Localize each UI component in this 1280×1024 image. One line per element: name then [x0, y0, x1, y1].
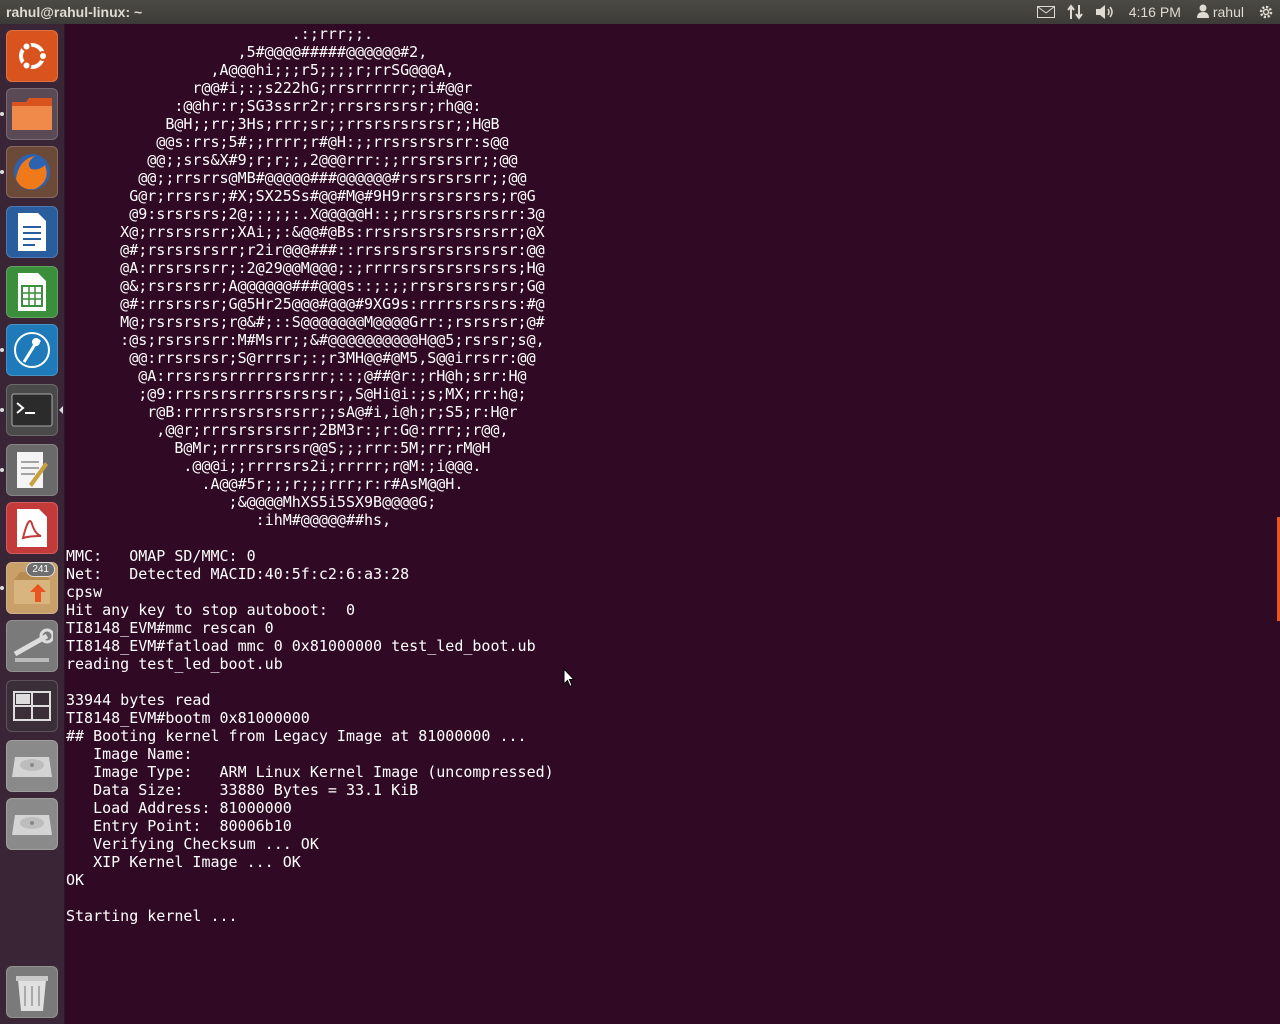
text-editor-icon[interactable]: [6, 444, 58, 496]
terminal-line: @#:rrsrsrsr;G@5Hr25@@@#@@@#9XG9s:rrrrsrs…: [66, 295, 545, 313]
terminal-line: @A:rrsrsrsrr;:2@29@@M@@@;:;rrrrsrsrsrsrs…: [66, 259, 545, 277]
terminal-line: OK: [66, 871, 85, 889]
gear-icon[interactable]: [1252, 0, 1280, 24]
trash-icon[interactable]: [6, 966, 58, 1018]
terminal-line: TI8148_EVM#bootm 0x81000000: [66, 709, 310, 727]
terminal-line: Verifying Checksum ... OK: [66, 835, 319, 853]
terminal-line: ;@9:rrsrsrsrrrsrsrsrsr;,S@Hi@i:;s;MX;rr:…: [66, 385, 527, 403]
terminal-line: ,5#@@@@#####@@@@@@#2,: [66, 43, 428, 61]
terminal-output[interactable]: .:;rrr;;. ,5#@@@@#####@@@@@@#2, ,A@@@hi;…: [65, 24, 1280, 925]
terminal-line: @#;rsrsrsrsrr;r2ir@@@###::rrsrsrsrsrsrsr…: [66, 241, 545, 259]
mail-icon[interactable]: [1031, 0, 1061, 24]
terminal-line: :ihM#@@@@@##hs,: [66, 511, 392, 529]
terminal-line: cpsw: [66, 583, 103, 601]
window-title: rahul@rahul-linux: ~: [6, 4, 143, 20]
files-icon[interactable]: [6, 88, 58, 140]
terminal-line: B@H;;rr;3Hs;rrr;sr;;rrsrsrsrsrsr;;H@B: [66, 115, 500, 133]
terminal-line: Image Type: ARM Linux Kernel Image (unco…: [66, 763, 554, 781]
writer-icon[interactable]: [6, 206, 58, 258]
update-count-badge: 241: [26, 562, 55, 577]
terminal-line: @@;;srs&X#9;r;r;;,2@@@rrr:;;rrsrsrsrr;;@…: [66, 151, 518, 169]
terminal-line: :@@hr:r;SG3ssrr2r;rrsrsrsrsr;rh@@:: [66, 97, 482, 115]
terminal-line: r@B:rrrrsrsrsrsrsrr;;sA@#i,i@h;r;S5;r:H@…: [66, 403, 518, 421]
workspace-switcher-icon[interactable]: [6, 680, 58, 732]
launcher: 241: [0, 24, 65, 1024]
drive-icon[interactable]: [6, 798, 58, 850]
terminal-line: M@;rsrsrsrs;r@&#;::S@@@@@@@M@@@@Grr:;rsr…: [66, 313, 545, 331]
terminal-line: @@s:rrs;5#;;rrrr;r#@H:;;rrsrsrsrsrr:s@@: [66, 133, 509, 151]
terminal-line: :@s;rsrsrsrr:M#Msrr;;&#@@@@@@@@@@H@@5;rs…: [66, 331, 545, 349]
terminal-line: r@@#i;:;s222hG;rrsrrrrrr;ri#@@r: [66, 79, 473, 97]
terminal-line: TI8148_EVM#fatload mmc 0 0x81000000 test…: [66, 637, 536, 655]
terminal-line: Load Address: 81000000: [66, 799, 292, 817]
user-name: rahul: [1212, 4, 1244, 20]
software-updater-icon[interactable]: 241: [6, 562, 58, 614]
terminal-line: reading test_led_boot.ub: [66, 655, 283, 673]
terminal-line: ;&@@@@MhXS5i5SX9B@@@@G;: [66, 493, 437, 511]
terminal-line: @A:rrsrsrsrrrrrsrsrrr;::;@##@r:;rH@h;srr…: [66, 367, 527, 385]
ubuntu-dash-icon[interactable]: [6, 30, 58, 82]
network-icon[interactable]: [1061, 0, 1089, 24]
clock[interactable]: 4:16 PM: [1121, 4, 1189, 20]
terminal-line: ## Booting kernel from Legacy Image at 8…: [66, 727, 527, 745]
terminal-line: B@Mr;rrrrsrsrsr@@S;;;rrr:5M;rr;rM@H: [66, 439, 491, 457]
impress-icon[interactable]: [6, 324, 58, 376]
terminal-icon[interactable]: [6, 384, 58, 436]
user-icon: [1196, 4, 1209, 21]
pdf-viewer-icon[interactable]: [6, 502, 58, 554]
indicator-area: 4:16 PM rahul: [1031, 0, 1280, 24]
terminal-line: Hit any key to stop autoboot: 0: [66, 601, 355, 619]
user-menu[interactable]: rahul: [1189, 4, 1252, 21]
terminal-line: @@:rrsrsrsr;S@rrrsr;:;r3MH@@#@M5,S@@irrs…: [66, 349, 536, 367]
firefox-icon[interactable]: [6, 146, 58, 198]
terminal-line: .A@@#5r;;;r;;;rrr;r:r#AsM@@H.: [66, 475, 464, 493]
terminal-line: XIP Kernel Image ... OK: [66, 853, 301, 871]
terminal-line: Image Name:: [66, 745, 193, 763]
terminal-line: ,A@@@hi;;;r5;;;;r;rrSG@@@A,: [66, 61, 455, 79]
mouse-pointer-icon: [563, 667, 576, 693]
terminal-line: TI8148_EVM#mmc rescan 0: [66, 619, 274, 637]
terminal-line: .@@@i;;rrrrsrs2i;rrrrr;r@M:;i@@@.: [66, 457, 482, 475]
top-panel: rahul@rahul-linux: ~ 4:16 PM rahul: [0, 0, 1280, 24]
volume-icon[interactable]: [1089, 0, 1121, 24]
terminal-line: Data Size: 33880 Bytes = 33.1 KiB: [66, 781, 419, 799]
terminal-line: .:;rrr;;.: [66, 25, 374, 43]
terminal-line: 33944 bytes read: [66, 691, 211, 709]
terminal-line: ,@@r;rrrsrsrsrsrr;2BM3r:;r:G@:rrr;;r@@,: [66, 421, 509, 439]
terminal-line: @9:srsrsrs;2@;:;;;:.X@@@@@H::;rrsrsrsrsr…: [66, 205, 545, 223]
terminal-line: @@;;rrsrrs@MB#@@@@@###@@@@@@#rsrsrsrsrr;…: [66, 169, 527, 187]
terminal-line: @&;rsrsrsrr;A@@@@@@###@@@s::;:;;rrsrsrsr…: [66, 277, 545, 295]
terminal-line: Net: Detected MACID:40:5f:c2:6:a3:28: [66, 565, 410, 583]
terminal-line: Entry Point: 80006b10: [66, 817, 292, 835]
terminal-line: MMC: OMAP SD/MMC: 0: [66, 547, 256, 565]
system-settings-icon[interactable]: [6, 620, 58, 672]
terminal-window[interactable]: .:;rrr;;. ,5#@@@@#####@@@@@@#2, ,A@@@hi;…: [65, 24, 1280, 1024]
calc-icon[interactable]: [6, 266, 58, 318]
terminal-line: X@;rrsrsrsrr;XAi;;:&@@#@Bs:rrsrsrsrsrsrs…: [66, 223, 545, 241]
terminal-line: G@r;rrsrsr;#X;SX25Ss#@@#M@#9H9rrsrsrsrsr…: [66, 187, 536, 205]
terminal-line: Starting kernel ...: [66, 907, 238, 925]
drive-icon[interactable]: [6, 740, 58, 792]
